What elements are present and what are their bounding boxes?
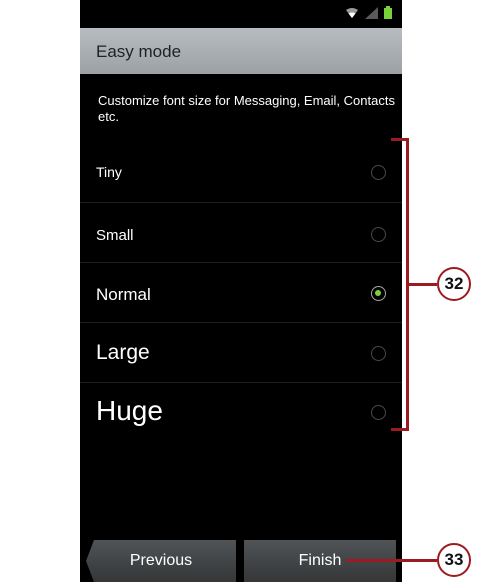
action-bar: Easy mode	[80, 28, 402, 74]
status-bar	[80, 0, 402, 28]
radio-button[interactable]	[371, 227, 386, 242]
option-huge[interactable]: Huge	[80, 383, 402, 442]
callout-connector	[409, 283, 437, 286]
previous-button[interactable]: Previous	[86, 540, 236, 582]
page-title: Easy mode	[96, 42, 182, 61]
radio-button-selected[interactable]	[371, 286, 386, 301]
radio-button[interactable]	[371, 405, 386, 420]
radio-button[interactable]	[371, 165, 386, 180]
option-normal[interactable]: Normal	[80, 263, 402, 323]
description-text: Customize font size for Messaging, Email…	[98, 93, 395, 124]
phone-screen: Easy mode Customize font size for Messag…	[80, 0, 402, 582]
wifi-icon	[345, 6, 359, 24]
option-label: Huge	[96, 395, 163, 426]
signal-icon	[365, 6, 378, 24]
option-label: Large	[96, 341, 150, 364]
option-large[interactable]: Large	[80, 323, 402, 383]
callout-connector	[346, 559, 437, 562]
battery-icon	[384, 6, 392, 24]
option-small[interactable]: Small	[80, 203, 402, 263]
option-label: Small	[96, 227, 134, 244]
finish-button-label: Finish	[298, 552, 342, 569]
option-label: Normal	[96, 285, 151, 304]
callout-badge: 33	[437, 543, 471, 577]
callout-bracket-bottom	[391, 428, 409, 431]
radio-button[interactable]	[371, 346, 386, 361]
option-tiny[interactable]: Tiny	[80, 143, 402, 203]
option-label: Tiny	[96, 164, 122, 180]
callout-badge: 32	[437, 267, 471, 301]
previous-button-label: Previous	[129, 552, 193, 569]
